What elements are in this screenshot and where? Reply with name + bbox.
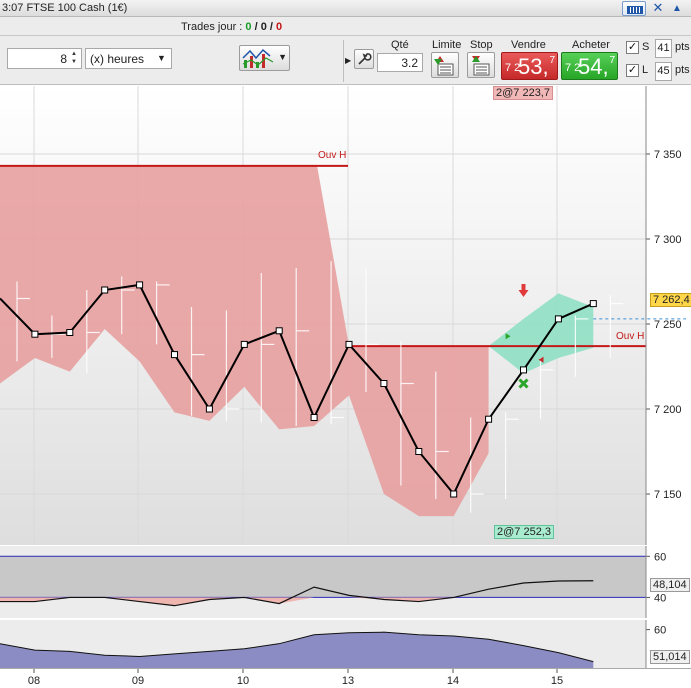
time-tick-label: 13 (342, 675, 354, 687)
window-titlebar: 3:07 FTSE 100 Cash (1€) ✕ ▲ (0, 0, 691, 17)
price-tick-label: 7 350 (654, 149, 682, 161)
oscillator-pane[interactable]: 60 40 48,104 (0, 546, 691, 618)
stop-order-button[interactable] (467, 52, 495, 78)
trades-summary-bar: Trades jour : 0 / 0 / 0 (0, 17, 691, 36)
indicators-button[interactable]: ▼ (239, 45, 290, 71)
period-stepper[interactable]: 8 ▲ ▼ (7, 48, 82, 69)
trades-neutral-count: 0 (260, 21, 267, 33)
price-close-point (240, 340, 248, 348)
price-close-point (66, 329, 74, 336)
quantity-value: 3.2 (401, 56, 418, 70)
trades-day-label: Trades jour : 0 / 0 / 0 (181, 21, 282, 33)
price-close-point (275, 327, 283, 335)
wrench-icon (358, 53, 372, 65)
period-unit-select[interactable]: (x) heures ▼ (85, 48, 172, 69)
sell-position-tag[interactable]: 2@7 223,7 (493, 86, 553, 100)
time-tick-label: 08 (28, 675, 40, 687)
stop-s-input[interactable]: 41 (655, 39, 672, 58)
price-tick-label: 7 250 (654, 319, 682, 331)
buy-label: Acheter (572, 39, 610, 51)
ouv-h-left-label: Ouv H (318, 150, 347, 161)
trades-sep-1: / (254, 21, 258, 33)
oscillator-value-tag: 48,104 (650, 578, 690, 592)
time-axis: 08 09 10 13 14 15 (0, 668, 691, 688)
stop-label: Stop (470, 39, 493, 51)
volume-chart[interactable]: 60 (0, 620, 691, 668)
window-title: 3:07 FTSE 100 Cash (1€) (2, 2, 128, 14)
buy-price-main: 54, (578, 54, 609, 79)
price-close-point (101, 286, 109, 294)
sell-button[interactable]: 7 2 53, 7 (501, 52, 558, 80)
quantity-input[interactable]: 3.2 (377, 53, 423, 72)
oscillator-tick-label: 40 (654, 592, 666, 604)
trades-won-count: 0 (245, 21, 252, 33)
stop-s-checkbox[interactable]: ✓ (626, 41, 639, 54)
price-close-point (450, 490, 458, 498)
volume-pane[interactable]: 60 51,014 (0, 620, 691, 668)
price-close-point (136, 281, 144, 289)
dropdown-arrow-icon[interactable]: ▲ (668, 2, 686, 15)
limit-label: Limite (432, 39, 462, 51)
price-chart-pane[interactable]: 7 350 7 300 7 250 7 200 7 150 2@7 223,7 2@7 … (0, 86, 691, 545)
price-close-point (171, 351, 178, 359)
limit-order-button[interactable] (431, 52, 459, 78)
price-close-point (554, 315, 562, 323)
price-tick-label: 7 200 (654, 404, 682, 416)
sell-price-main: 53, (518, 54, 549, 79)
sell-price-decimal: 7 (549, 55, 555, 66)
buy-price-decimal: 7 (609, 55, 615, 66)
time-tick-label: 15 (551, 675, 563, 687)
price-close-point (31, 330, 39, 338)
trades-lost-count: 0 (276, 21, 283, 33)
stop-l-label: L (642, 64, 649, 76)
stepper-arrows-icon[interactable]: ▲ ▼ (69, 50, 79, 67)
sell-label: Vendre (511, 39, 546, 51)
ouv-h-right-label: Ouv H (616, 331, 645, 342)
time-tick-label: 14 (447, 675, 459, 687)
time-tick-label: 09 (132, 675, 144, 687)
price-close-point (345, 340, 353, 348)
stop-s-label: S (642, 41, 650, 53)
settings-wrench-button[interactable] (354, 49, 374, 69)
stop-l-checkbox[interactable]: ✓ (626, 64, 639, 77)
price-close-point (310, 414, 318, 421)
volume-tick-label: 60 (654, 625, 666, 637)
price-close-point (415, 448, 423, 455)
limit-order-icon (434, 56, 454, 76)
keyboard-icon[interactable] (622, 1, 646, 16)
period-unit-value: (x) heures (90, 52, 145, 66)
quantity-label: Qté (391, 39, 409, 51)
chart-toolbar: 8 ▲ ▼ (x) heures ▼ ▼ ▶ Qté 3.2 Limite Sto… (0, 36, 691, 85)
last-price-tag: 7 262,4 (650, 293, 691, 307)
trades-day-text: Trades jour : (181, 21, 246, 33)
price-tick-label: 7 150 (654, 489, 682, 501)
period-value: 8 (60, 52, 67, 66)
stop-s-unit: pts (675, 41, 690, 53)
buy-position-tag[interactable]: 2@7 252,3 (494, 525, 554, 539)
price-close-point (485, 415, 493, 423)
oscillator-tick-label: 60 (654, 551, 666, 563)
trades-sep-2: / (269, 21, 273, 33)
time-axis-svg: 08 09 10 13 14 15 (28, 669, 563, 687)
price-close-point (205, 405, 213, 413)
oscillator-band (0, 556, 646, 598)
price-close-point (380, 380, 388, 387)
stop-l-input[interactable]: 45 (655, 62, 672, 81)
oscillator-chart[interactable]: 60 40 (0, 546, 691, 618)
time-tick-label: 10 (237, 675, 249, 687)
chart-indicator-icon (242, 48, 274, 68)
toolbar-separator: ▶ (343, 40, 352, 82)
volume-value-tag: 51,014 (650, 650, 690, 664)
buy-button[interactable]: 7 2 54, 7 (561, 52, 618, 80)
chevron-down-icon: ▼ (278, 52, 287, 62)
price-close-point (520, 366, 527, 374)
chevron-down-icon: ▼ (157, 53, 166, 63)
price-close-point (589, 300, 597, 308)
collapse-arrow-icon[interactable]: ▶ (345, 56, 351, 65)
stop-order-icon (472, 56, 490, 76)
price-tick-label: 7 300 (654, 234, 682, 246)
close-window-icon[interactable]: ✕ (649, 0, 667, 16)
stop-l-unit: pts (675, 64, 690, 76)
